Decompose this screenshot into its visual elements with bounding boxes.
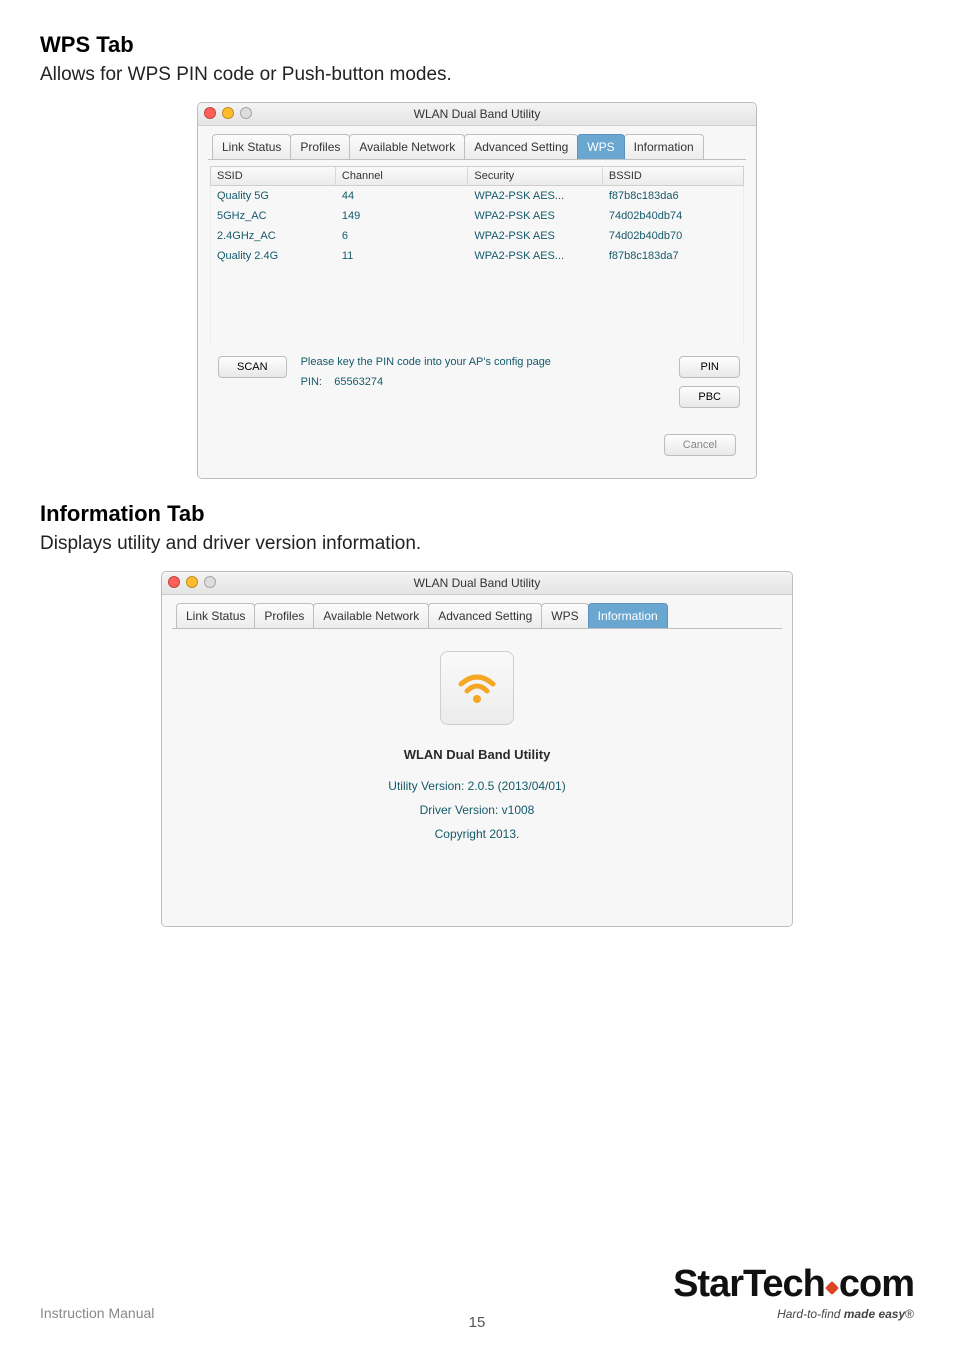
cell-channel: 44	[336, 186, 469, 206]
pin-hint-text: Please key the PIN code into your AP's c…	[301, 356, 666, 368]
table-row[interactable]: Quality 5G 44 WPA2-PSK AES... f87b8c183d…	[211, 186, 743, 206]
cell-security: WPA2-PSK AES	[468, 226, 602, 246]
section-title-info: Information Tab	[40, 501, 914, 527]
info-window: WLAN Dual Band Utility Link Status Profi…	[161, 571, 793, 927]
cell-ssid: Quality 5G	[211, 186, 336, 206]
wps-tabs: Link Status Profiles Available Network A…	[198, 126, 756, 159]
tab-available-network[interactable]: Available Network	[349, 134, 465, 159]
cell-bssid: f87b8c183da6	[603, 186, 743, 206]
section-desc-info: Displays utility and driver version info…	[40, 533, 914, 555]
pin-value: 65563274	[334, 376, 383, 388]
tab-advanced-setting[interactable]: Advanced Setting	[464, 134, 578, 159]
section-title-wps: WPS Tab	[40, 32, 914, 58]
brand-name-suffix: com	[839, 1263, 914, 1305]
cell-channel: 6	[336, 226, 469, 246]
tab-information[interactable]: Information	[624, 134, 704, 159]
tab-available-network[interactable]: Available Network	[313, 603, 429, 628]
tab-profiles[interactable]: Profiles	[290, 134, 350, 159]
cell-channel: 11	[336, 246, 469, 266]
cell-ssid: Quality 2.4G	[211, 246, 336, 266]
brand-name-main: StarTech	[673, 1263, 825, 1305]
info-tabs: Link Status Profiles Available Network A…	[162, 595, 792, 628]
cell-bssid: f87b8c183da7	[603, 246, 743, 266]
brand-dot-icon	[825, 1281, 839, 1295]
cell-security: WPA2-PSK AES	[468, 206, 602, 226]
network-table-body: Quality 5G 44 WPA2-PSK AES... f87b8c183d…	[210, 186, 744, 346]
tab-profiles[interactable]: Profiles	[254, 603, 314, 628]
cell-security: WPA2-PSK AES...	[468, 246, 602, 266]
brand-logo: StarTechcom Hard-to-find made easy®	[673, 1265, 914, 1321]
zoom-icon	[240, 107, 252, 119]
header-ssid: SSID	[211, 167, 336, 185]
info-driver-version: Driver Version: v1008	[420, 803, 535, 817]
info-copyright: Copyright 2013.	[435, 827, 520, 841]
tab-advanced-setting[interactable]: Advanced Setting	[428, 603, 542, 628]
header-bssid: BSSID	[603, 167, 743, 185]
close-icon[interactable]	[168, 576, 180, 588]
cell-ssid: 2.4GHz_AC	[211, 226, 336, 246]
tab-information[interactable]: Information	[588, 603, 668, 628]
cell-bssid: 74d02b40db74	[603, 206, 743, 226]
minimize-icon[interactable]	[186, 576, 198, 588]
table-row[interactable]: 5GHz_AC 149 WPA2-PSK AES 74d02b40db74	[211, 206, 743, 226]
info-window-title: WLAN Dual Band Utility	[414, 576, 541, 590]
pin-label: PIN:	[301, 376, 322, 388]
tab-wps[interactable]: WPS	[577, 134, 624, 159]
wps-window: WLAN Dual Band Utility Link Status Profi…	[197, 102, 757, 479]
cell-ssid: 5GHz_AC	[211, 206, 336, 226]
wifi-icon	[440, 651, 514, 725]
page-number: 15	[0, 1314, 954, 1331]
cancel-button[interactable]: Cancel	[664, 434, 736, 456]
close-icon[interactable]	[204, 107, 216, 119]
tab-wps[interactable]: WPS	[541, 603, 588, 628]
cell-security: WPA2-PSK AES...	[468, 186, 602, 206]
info-app-name: WLAN Dual Band Utility	[404, 747, 551, 762]
table-row[interactable]: 2.4GHz_AC 6 WPA2-PSK AES 74d02b40db70	[211, 226, 743, 246]
info-titlebar: WLAN Dual Band Utility	[162, 572, 792, 595]
network-table-header: SSID Channel Security BSSID	[210, 166, 744, 186]
wps-window-title: WLAN Dual Band Utility	[414, 107, 541, 121]
section-desc-wps: Allows for WPS PIN code or Push-button m…	[40, 64, 914, 86]
zoom-icon	[204, 576, 216, 588]
pbc-button[interactable]: PBC	[679, 386, 740, 408]
info-utility-version: Utility Version: 2.0.5 (2013/04/01)	[388, 779, 565, 793]
cell-channel: 149	[336, 206, 469, 226]
scan-button[interactable]: SCAN	[218, 356, 287, 378]
minimize-icon[interactable]	[222, 107, 234, 119]
tab-link-status[interactable]: Link Status	[212, 134, 291, 159]
pin-button[interactable]: PIN	[679, 356, 740, 378]
wps-titlebar: WLAN Dual Band Utility	[198, 103, 756, 126]
table-row[interactable]: Quality 2.4G 11 WPA2-PSK AES... f87b8c18…	[211, 246, 743, 266]
cell-bssid: 74d02b40db70	[603, 226, 743, 246]
tab-link-status[interactable]: Link Status	[176, 603, 255, 628]
header-channel: Channel	[336, 167, 469, 185]
header-security: Security	[468, 167, 602, 185]
